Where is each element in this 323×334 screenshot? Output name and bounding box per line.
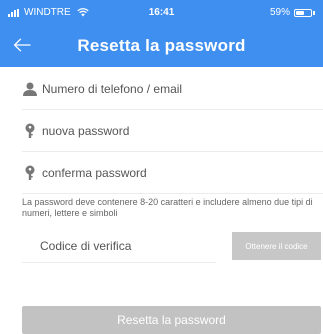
key-icon xyxy=(22,165,38,181)
new-password-row xyxy=(22,111,323,152)
battery-percent: 59% xyxy=(269,7,290,18)
header-bar: WINDTRE 16:41 59% Resetta la password xyxy=(0,0,323,67)
get-code-button[interactable]: Ottenere il codice xyxy=(232,232,321,260)
verification-code-input[interactable] xyxy=(22,238,210,253)
reset-password-button[interactable]: Resetta la password xyxy=(22,306,321,334)
battery-icon xyxy=(294,8,312,17)
key-icon xyxy=(22,123,38,139)
password-hint: La password deve contenere 8-20 caratter… xyxy=(22,197,313,218)
person-icon xyxy=(22,81,38,97)
page-title: Resetta la password xyxy=(77,36,246,55)
account-row xyxy=(22,69,323,110)
battery-indicator: 59% xyxy=(270,7,315,18)
verification-code-row xyxy=(22,229,216,263)
status-bar: WINDTRE 16:41 59% xyxy=(0,0,323,26)
new-password-input[interactable] xyxy=(42,124,323,138)
account-input[interactable] xyxy=(42,82,323,96)
confirm-password-input[interactable] xyxy=(42,166,323,180)
navigation-bar: Resetta la password xyxy=(0,28,323,64)
confirm-password-row xyxy=(22,153,323,194)
